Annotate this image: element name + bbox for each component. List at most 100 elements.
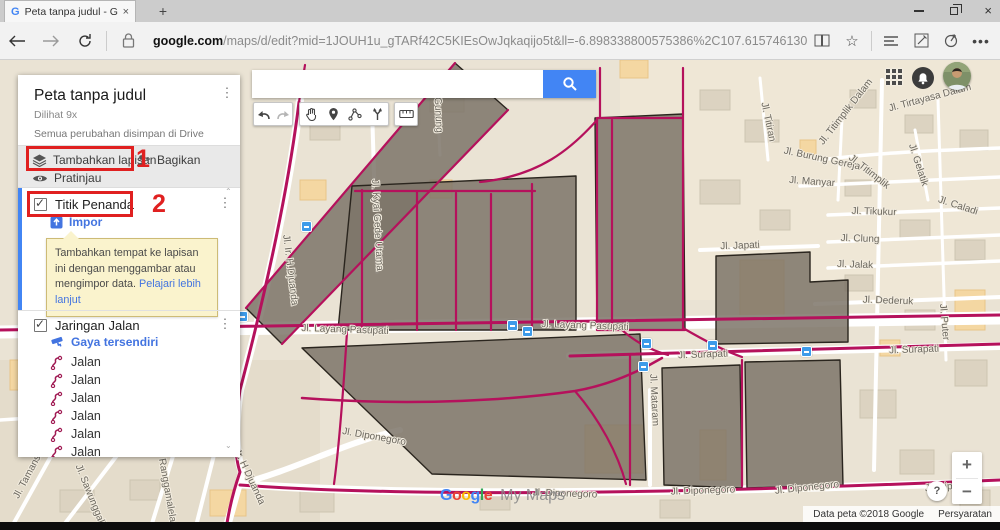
street-label: Jl. Surapati <box>677 348 729 362</box>
transit-stop-icon[interactable] <box>638 361 649 372</box>
preview-button[interactable]: Pratinjau <box>32 171 101 185</box>
measure-tool[interactable] <box>395 103 417 125</box>
measure-toolbar <box>394 102 418 126</box>
layer-marker-menu-icon[interactable]: ⋮ <box>218 195 232 211</box>
google-apps-grid-icon[interactable] <box>886 69 904 87</box>
draw-toolbar <box>299 102 389 126</box>
map-search-bar <box>252 70 596 98</box>
refresh-icon[interactable] <box>68 33 102 49</box>
help-button[interactable]: ? <box>927 481 947 501</box>
road-item[interactable]: Jalan <box>18 443 240 457</box>
zoom-control: + − <box>952 452 982 504</box>
map-menu-icon[interactable]: ⋮ <box>220 85 234 101</box>
road-item[interactable]: Jalan <box>18 407 240 425</box>
transit-stop-icon[interactable] <box>707 340 718 351</box>
zoom-in-button[interactable]: + <box>952 452 982 478</box>
annotation-box-1 <box>26 146 134 171</box>
road-items-list: Jalan Jalan Jalan Jalan Jalan Jalan <box>18 353 240 457</box>
scroll-down-icon[interactable]: ⌄ <box>225 441 232 450</box>
window-controls: × <box>914 0 992 22</box>
close-window-icon[interactable]: × <box>984 0 992 22</box>
tab-close-icon[interactable]: × <box>123 6 129 18</box>
map-title[interactable]: Peta tanpa judul <box>34 87 146 105</box>
street-label: Jl. Diponegoro <box>670 484 736 498</box>
import-button[interactable]: Impor <box>50 215 102 229</box>
divider <box>106 30 107 51</box>
selected-layer-indicator <box>18 188 22 310</box>
transit-stop-icon[interactable] <box>507 320 518 331</box>
terms-link[interactable]: Persyaratan <box>938 509 992 520</box>
address-bar[interactable]: google.com/maps/d/edit?mid=1JOUH1u_gTARf… <box>145 28 807 54</box>
route-line-icon <box>50 445 63 457</box>
route-line-icon <box>50 391 63 406</box>
site-lock-icon[interactable] <box>111 33 145 48</box>
map-viewport[interactable]: Jl. Layang Pasupati Jl. Layang Pasupati Jl… <box>0 60 1000 530</box>
transit-stop-icon[interactable] <box>801 346 812 357</box>
street-label: Jl. Clung <box>840 232 880 246</box>
layer-roads-menu-icon[interactable]: ⋮ <box>218 316 232 332</box>
nav-right-icons: ☆ ••• <box>807 30 996 51</box>
minimize-icon[interactable] <box>914 10 925 12</box>
undo-redo-toolbar <box>253 102 293 126</box>
search-icon <box>562 77 577 91</box>
google-logo: Google <box>440 487 493 504</box>
restore-icon[interactable] <box>950 4 963 15</box>
road-item[interactable]: Jalan <box>18 389 240 407</box>
route-line-icon <box>50 355 63 370</box>
route-line-icon <box>50 409 63 424</box>
zoom-out-button[interactable]: − <box>952 479 982 505</box>
attribution-text: Data peta ©2018 Google <box>813 508 925 520</box>
annotation-box-2 <box>27 191 133 217</box>
map-attribution: Data peta ©2018 Google Persyaratan <box>803 506 1000 522</box>
windows-taskbar-edge[interactable] <box>0 522 1000 530</box>
pan-hand-tool[interactable] <box>300 103 322 125</box>
share-icon[interactable] <box>936 33 966 48</box>
road-item-label: Jalan <box>71 445 101 457</box>
transit-stop-icon[interactable] <box>641 338 652 349</box>
divider <box>18 310 240 311</box>
back-icon[interactable] <box>0 34 34 48</box>
search-input[interactable] <box>252 70 543 98</box>
style-label: Gaya tersendiri <box>71 335 159 349</box>
route-line-icon <box>50 373 63 388</box>
road-item[interactable]: Jalan <box>18 371 240 389</box>
street-label: Jl. Tikukur <box>851 205 897 219</box>
reading-view-icon[interactable] <box>807 34 837 47</box>
share-label: Bagikan <box>157 153 201 167</box>
add-directions-tool[interactable] <box>366 103 388 125</box>
screen: G Peta tanpa judul - Goog × + × google.c… <box>0 0 1000 530</box>
style-button[interactable]: Gaya tersendiri <box>51 335 158 349</box>
transit-stop-icon[interactable] <box>522 326 533 337</box>
layer-tooltip: Tambahkan tempat ke lapisan ini dengan m… <box>46 231 218 317</box>
notifications-bell-icon[interactable] <box>912 67 934 89</box>
more-menu-icon[interactable]: ••• <box>966 33 996 49</box>
add-marker-tool[interactable] <box>322 103 344 125</box>
scroll-up-icon[interactable]: ⌃ <box>225 187 232 196</box>
road-item-label: Jalan <box>71 355 101 369</box>
transit-stop-icon[interactable] <box>301 221 312 232</box>
undo-button[interactable] <box>254 103 273 125</box>
draw-line-tool[interactable] <box>344 103 366 125</box>
search-button[interactable] <box>543 70 596 98</box>
new-tab-button[interactable]: + <box>150 2 176 20</box>
road-item-label: Jalan <box>71 409 101 423</box>
street-label: Gunung <box>431 96 445 134</box>
road-item-label: Jalan <box>71 391 101 405</box>
street-label: Jl. Dederuk <box>862 294 914 308</box>
road-item[interactable]: Jalan <box>18 425 240 443</box>
forward-icon[interactable] <box>34 34 68 48</box>
user-avatar[interactable] <box>943 62 971 90</box>
street-label: Jl. Jalak <box>836 258 874 272</box>
tab-title: Peta tanpa judul - Goog <box>24 5 118 18</box>
layer-roads-name[interactable]: Jaringan Jalan <box>55 318 140 333</box>
url-host: google.com <box>153 33 224 48</box>
favorite-star-icon[interactable]: ☆ <box>837 32 867 50</box>
browser-tab[interactable]: G Peta tanpa judul - Goog × <box>4 0 136 22</box>
layer-roads-checkbox[interactable] <box>34 317 47 332</box>
redo-button[interactable] <box>273 103 292 125</box>
hub-icon[interactable] <box>876 35 906 47</box>
web-note-icon[interactable] <box>906 33 936 48</box>
autosave-status: Semua perubahan disimpan di Drive <box>34 128 204 140</box>
road-item[interactable]: Jalan <box>18 353 240 371</box>
browser-nav-bar: google.com/maps/d/edit?mid=1JOUH1u_gTARf… <box>0 22 1000 60</box>
